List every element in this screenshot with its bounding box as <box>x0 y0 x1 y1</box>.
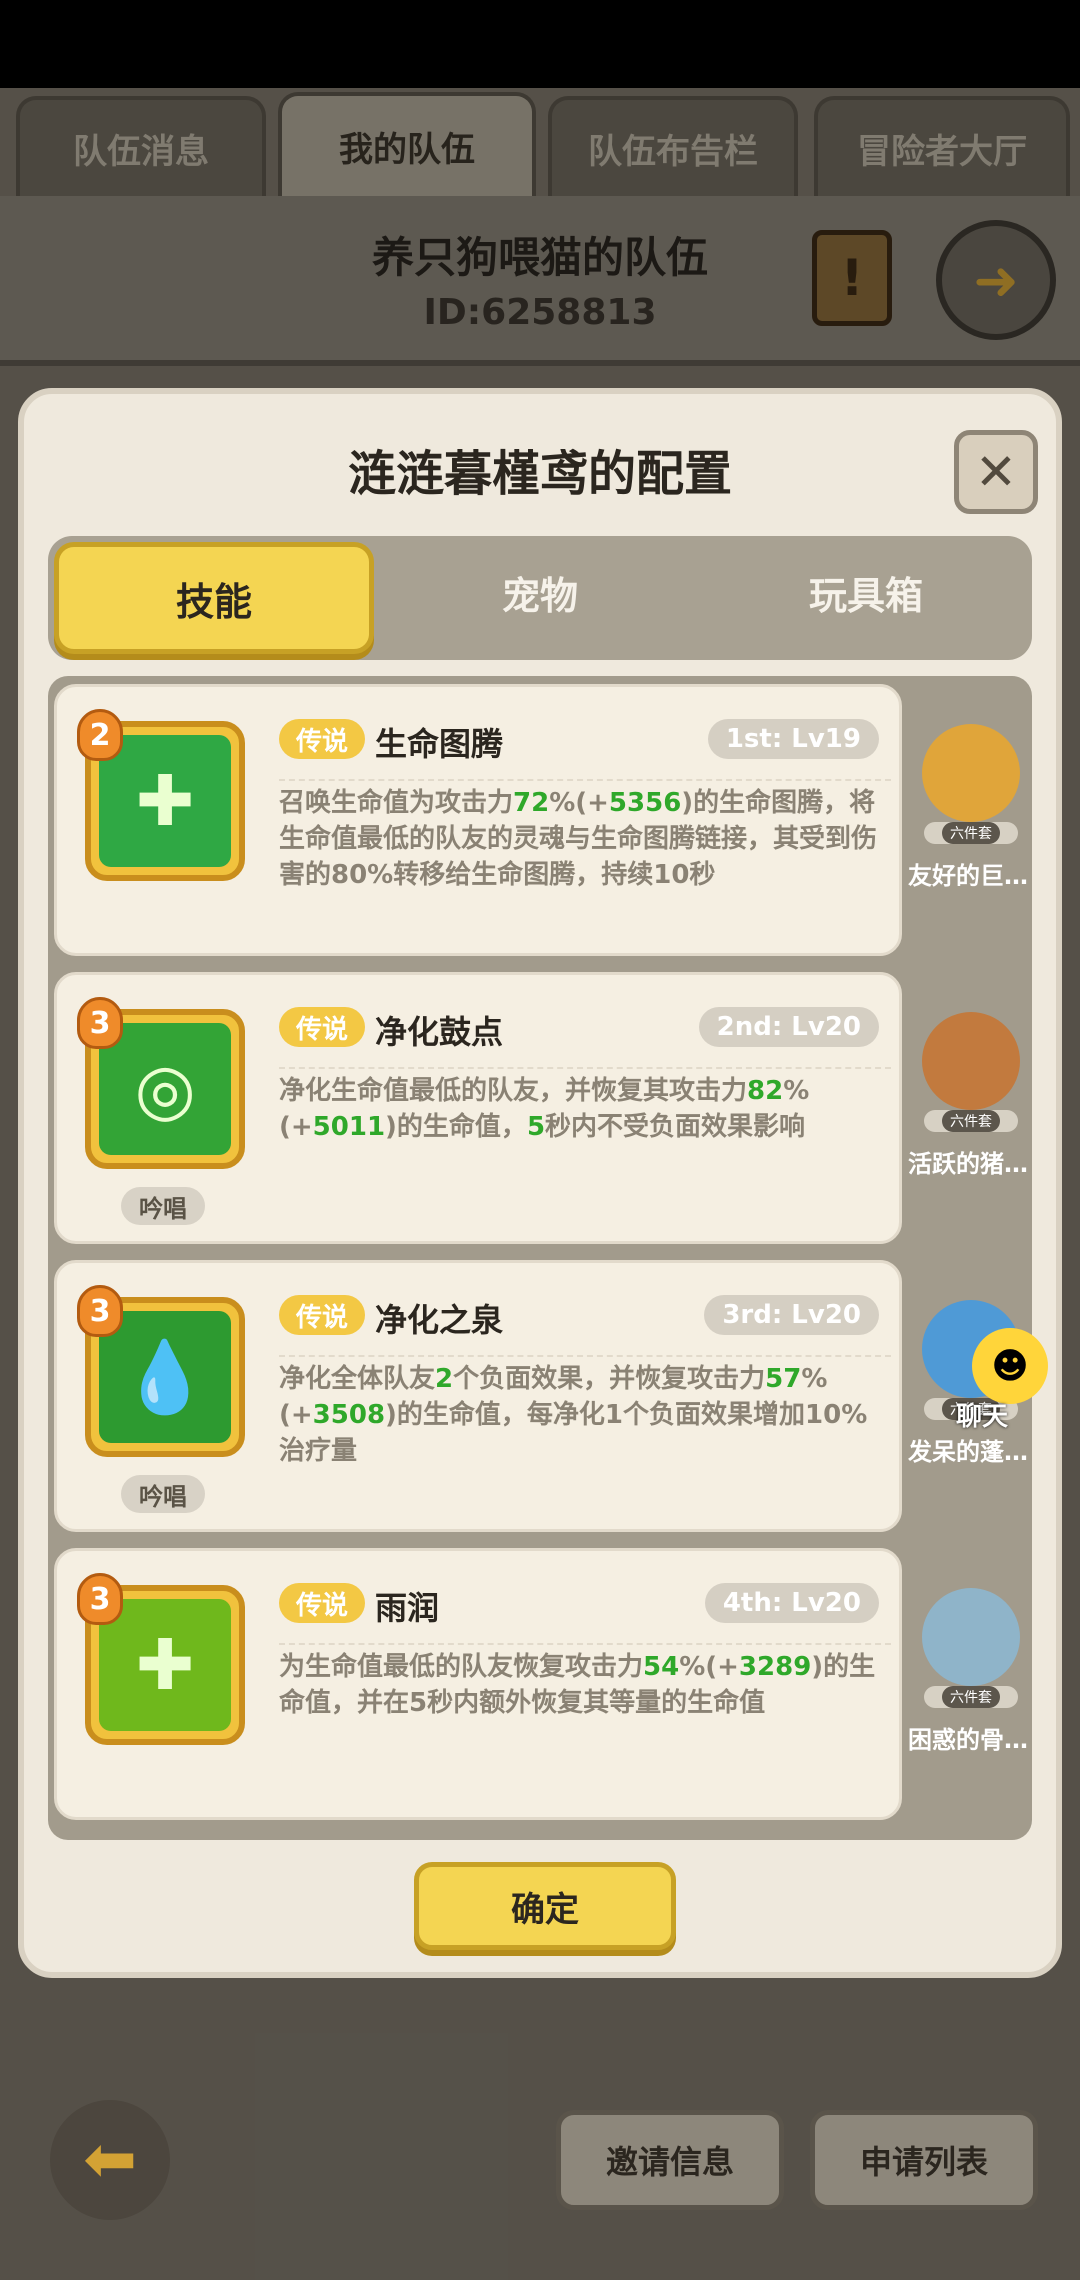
chant-tag: 吟唱 <box>121 1475 205 1513</box>
pet-avatar <box>922 1012 1020 1110</box>
skill-badge: 3 <box>77 1285 123 1337</box>
skill-level: 2nd: Lv20 <box>698 1007 879 1047</box>
skill-name: 雨润 <box>375 1589 440 1627</box>
rain-heal-icon: ✚ <box>99 1599 231 1731</box>
skill-description: 净化生命值最低的队友，并恢复其攻击力82%(+5011)的生命值，5秒内不受负面… <box>279 1067 891 1145</box>
skill-level: 4th: Lv20 <box>704 1583 879 1623</box>
skill-badge: 3 <box>77 997 123 1049</box>
skill-name: 生命图腾 <box>375 725 504 763</box>
rarity-badge: 传说 <box>279 719 365 759</box>
pet-avatar <box>922 724 1020 822</box>
confirm-button[interactable]: 确定 <box>414 1862 676 1950</box>
invite-info-button[interactable]: 邀请信息 <box>556 2110 784 2210</box>
rarity-badge: 传说 <box>279 1295 365 1335</box>
skill-card[interactable]: ◎ 3 吟唱 传说 净化鼓点 2nd: Lv20 净化生命值最低的队友，并恢复其… <box>54 972 902 1244</box>
skill-level: 1st: Lv19 <box>707 719 879 759</box>
tab-pets[interactable]: 宠物 <box>380 536 700 648</box>
skill-description: 为生命值最低的队友恢复攻击力54%(+3289)的生命值，并在5秒内额外恢复其等… <box>279 1643 891 1721</box>
status-bar <box>0 0 1080 88</box>
pet-name: 发呆的蓬… <box>908 1438 1028 1466</box>
chat-label[interactable]: 聊天 <box>956 1396 1008 1433</box>
skill-badge: 2 <box>77 709 123 761</box>
skill-description: 召唤生命值为攻击力72%(+5356)的生命图腾，将生命值最低的队友的灵魂与生命… <box>279 779 891 893</box>
skill-level: 3rd: Lv20 <box>704 1295 879 1335</box>
modal-title: 涟涟暮槿鸢的配置 <box>347 446 732 502</box>
skill-name: 净化鼓点 <box>375 1013 504 1051</box>
chat-face-icon[interactable]: ☻ <box>972 1328 1048 1404</box>
tab-skills[interactable]: 技能 <box>54 542 374 654</box>
modal-tabs: 技能 宠物 玩具箱 <box>48 536 1032 660</box>
skill-badge: 3 <box>77 1573 123 1625</box>
skill-card[interactable]: ✚ 2 传说 生命图腾 1st: Lv19 召唤生命值为攻击力72%(+5356… <box>54 684 902 956</box>
skill-card[interactable]: ✚ 3 传说 雨润 4th: Lv20 为生命值最低的队友恢复攻击力54%(+3… <box>54 1548 902 1820</box>
set-tag: 六件套 <box>942 1110 1000 1132</box>
close-button[interactable]: ✕ <box>954 430 1038 514</box>
apply-list-button[interactable]: 申请列表 <box>810 2110 1038 2210</box>
back-arrow-icon[interactable]: ⬅ <box>50 2100 170 2220</box>
skill-card[interactable]: 💧 3 吟唱 传说 净化之泉 3rd: Lv20 净化全体队友2个负面效果，并恢… <box>54 1260 902 1532</box>
set-tag: 六件套 <box>942 1686 1000 1708</box>
chant-tag: 吟唱 <box>121 1187 205 1225</box>
pet-name: 友好的巨… <box>908 862 1028 890</box>
pet-avatar <box>922 1588 1020 1686</box>
pet-name: 困惑的骨… <box>908 1726 1028 1754</box>
pet-name: 活跃的猪… <box>908 1150 1028 1178</box>
rarity-badge: 传说 <box>279 1583 365 1623</box>
config-modal: 涟涟暮槿鸢的配置 ✕ 技能 宠物 玩具箱 ✚ 2 传说 生命图腾 1st: Lv… <box>18 388 1062 1978</box>
pet-slot[interactable]: 六件套 活跃的猪… <box>906 972 1046 1244</box>
rarity-badge: 传说 <box>279 1007 365 1047</box>
drum-icon: ◎ <box>99 1023 231 1155</box>
pet-slot[interactable]: 六件套 困惑的骨… <box>906 1548 1046 1820</box>
close-icon: ✕ <box>975 443 1017 501</box>
skill-name: 净化之泉 <box>375 1301 504 1339</box>
totem-icon: ✚ <box>99 735 231 867</box>
pet-slot[interactable]: 六件套 友好的巨… <box>906 684 1046 956</box>
skill-description: 净化全体队友2个负面效果，并恢复攻击力57%(+3508)的生命值，每净化1个负… <box>279 1355 891 1469</box>
tab-toybox[interactable]: 玩具箱 <box>706 536 1026 648</box>
set-tag: 六件套 <box>942 822 1000 844</box>
spring-drop-icon: 💧 <box>99 1311 231 1443</box>
